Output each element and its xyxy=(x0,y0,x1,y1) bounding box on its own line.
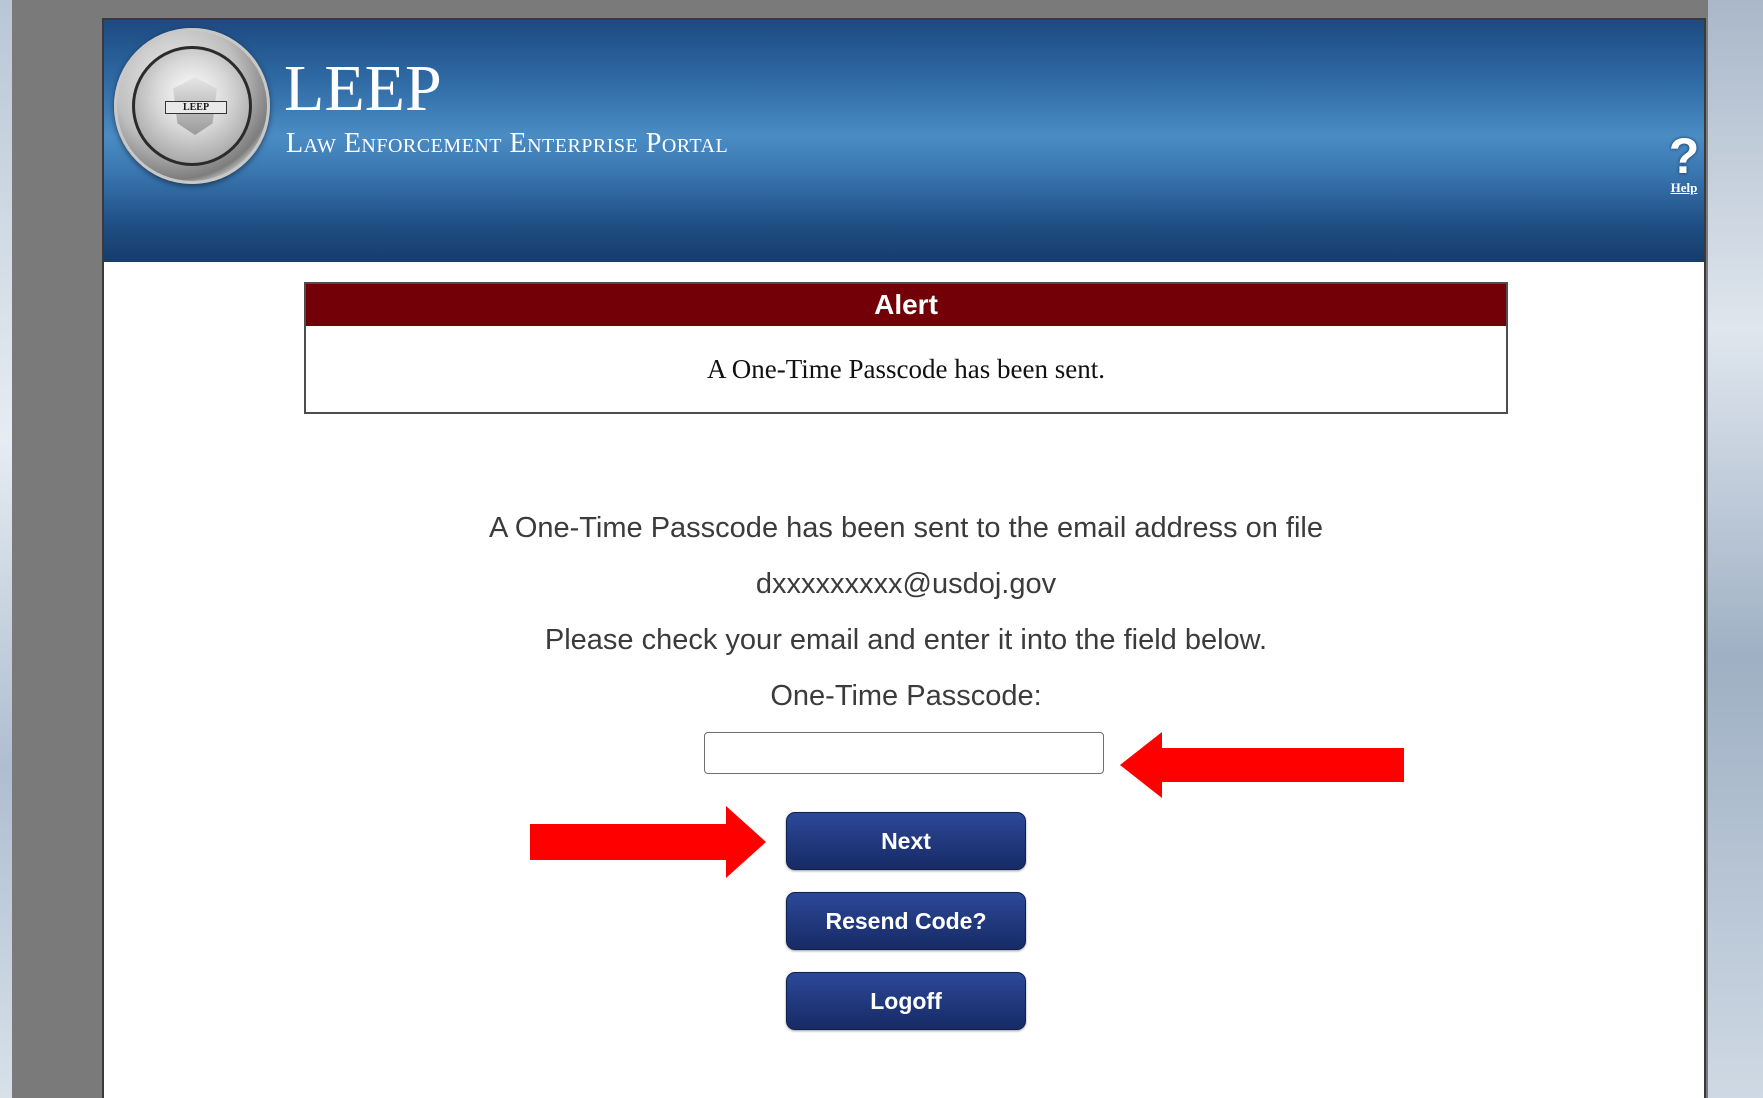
alert-message: A One-Time Passcode has been sent. xyxy=(707,354,1105,384)
red-arrow-right-icon xyxy=(530,806,766,878)
header-banner: LEEP LEEP Law Enforcement Enterprise Por… xyxy=(104,20,1704,262)
help-question-icon: ? xyxy=(1668,128,1700,184)
red-arrow-left-icon xyxy=(1120,732,1404,798)
instruction-line-1: A One-Time Passcode has been sent to the… xyxy=(489,512,1323,544)
passcode-instructions: A One-Time Passcode has been sent to the… xyxy=(304,500,1508,724)
portal-frame: LEEP LEEP Law Enforcement Enterprise Por… xyxy=(102,18,1706,1098)
masked-email: dxxxxxxxxx@usdoj.gov xyxy=(755,568,1057,600)
next-button[interactable]: Next xyxy=(786,812,1026,870)
background-right xyxy=(1708,0,1763,1098)
page-title: LEEP xyxy=(284,52,442,125)
background-left xyxy=(0,0,12,1098)
help-link[interactable]: ? Help xyxy=(1664,128,1704,196)
resend-code-button[interactable]: Resend Code? xyxy=(786,892,1026,950)
leep-seal-icon: LEEP xyxy=(114,28,270,184)
instruction-line-3: Please check your email and enter it int… xyxy=(544,624,1268,656)
passcode-label: One-Time Passcode: xyxy=(770,680,1042,712)
seal-inner: LEEP xyxy=(132,46,252,166)
logoff-button[interactable]: Logoff xyxy=(786,972,1026,1030)
seal-label: LEEP xyxy=(165,101,227,114)
page-subtitle: Law Enforcement Enterprise Portal xyxy=(286,128,729,159)
alert-heading: Alert xyxy=(306,284,1506,326)
alert-box: Alert A One-Time Passcode has been sent. xyxy=(304,282,1508,414)
passcode-input[interactable] xyxy=(704,732,1104,774)
